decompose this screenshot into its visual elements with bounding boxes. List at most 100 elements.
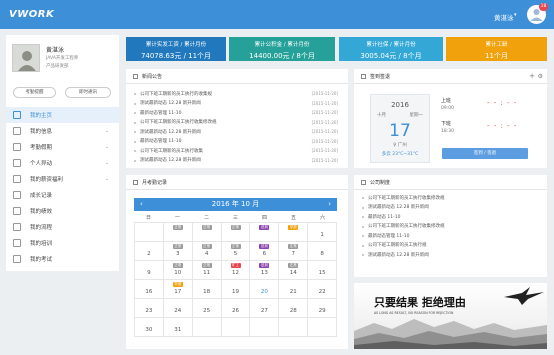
calendar-day-cell[interactable]: 18 [192, 280, 222, 299]
calendar-day-number: 3 [176, 251, 180, 257]
calendar-day-number: 28 [289, 308, 297, 314]
chevron-down-icon[interactable]: ▾ [514, 12, 517, 18]
news-item[interactable]: 最新动态管理 11-10 [2015-11-20] [134, 108, 338, 118]
gear-icon[interactable]: ⚙ [538, 73, 543, 80]
calendar-day-cell[interactable] [135, 223, 164, 242]
calendar-day-cell[interactable]: 正常 [221, 223, 251, 242]
sidebar-item[interactable]: 成长记录 [6, 187, 119, 203]
calendar-day-cell[interactable] [279, 318, 309, 337]
calendar-day-cell[interactable]: 正常 [192, 223, 222, 242]
app-logo[interactable]: VWORK [9, 9, 54, 20]
calendar-day-cell[interactable]: 正常 11 [192, 261, 222, 280]
chevron-right-icon[interactable]: › [328, 198, 331, 211]
sidebar-item[interactable]: 我的流程 [6, 219, 119, 235]
calendar-day-cell[interactable]: 正常 7 [279, 242, 309, 261]
add-icon[interactable]: + [529, 72, 535, 80]
news-item[interactable]: 测试最新动态 12.28 新升新闻 [2015-11-20] [134, 156, 338, 166]
calendar-weekday: 六 [319, 215, 325, 221]
attendance-status-badge: 正常 [172, 244, 183, 249]
news-item[interactable]: 公司下班工期新的员工执行收集修改规 [2015-11-20] [134, 118, 338, 128]
sidebar-item[interactable]: 考勤假期 ⌄ [6, 139, 119, 155]
sidebar-item[interactable]: 我的信息 ⌄ [6, 123, 119, 139]
calendar-day-cell[interactable]: 迟到 [250, 223, 280, 242]
rule-item[interactable]: 测试最新动态 12.28 新升新闻 [362, 250, 537, 260]
news-item[interactable]: 测试最新动态 12.28 新升新闻 [2015-11-20] [134, 99, 338, 109]
calendar-day-number: 2 [147, 251, 151, 257]
calendar-day-cell[interactable]: 8 [308, 242, 338, 261]
calendar-day-cell[interactable] [192, 318, 222, 337]
rule-item[interactable]: 公司下班工期新的员工执行规 [362, 241, 537, 251]
rule-item[interactable]: 最新动态 11-10 [362, 212, 537, 222]
sidebar-item-label: 我的考试 [30, 257, 53, 263]
calendar-day-number: 13 [260, 270, 268, 276]
calendar-weekday: 四 [261, 215, 267, 221]
calendar-week-row: 23 24 25 26 27 28 29 [135, 299, 338, 318]
calendar-day-cell[interactable]: 27 [250, 299, 280, 318]
calendar-day-cell[interactable] [308, 318, 338, 337]
stat-card[interactable]: 累计公积金 / 累计月份 14400.00元 / 8个月 [229, 37, 335, 61]
calendar-day-cell[interactable]: 正常 10 [163, 261, 193, 280]
calendar-day-cell[interactable]: 21 [279, 280, 309, 299]
news-item[interactable]: 测试最新动态 12.28 新升新闻 [2015-11-20] [134, 127, 338, 137]
rule-item[interactable]: 公司下班工期新的员工执行收集修改规 [362, 193, 537, 203]
sidebar-item[interactable]: 我的考试 [6, 251, 119, 267]
calendar-day-cell[interactable]: 24 [163, 299, 193, 318]
sidebar-item[interactable]: 我的培训 [6, 235, 119, 251]
stat-card[interactable]: 累计工龄 11个月 [446, 37, 547, 61]
news-item[interactable]: 公司下班工期新的员工执行收集 [2015-11-20] [134, 146, 338, 156]
chevron-left-icon[interactable]: ‹ [140, 198, 143, 211]
calendar-day-cell[interactable]: 正常 5 [221, 242, 251, 261]
calendar-day-cell[interactable]: 9 [135, 261, 164, 280]
calendar-day-cell[interactable]: 29 [308, 299, 338, 318]
news-item[interactable]: 公司下班工期新的员工执行的收集规 [2015-11-20] [134, 89, 338, 99]
attendance-reminder-button[interactable]: 考勤提醒 [13, 87, 56, 98]
calendar-day-cell[interactable]: 28 [279, 299, 309, 318]
calendar-day-cell[interactable]: 正常 [163, 223, 193, 242]
calendar-day-cell[interactable]: 旷工 12 [221, 261, 251, 280]
news-item-date: [2015-11-20] [311, 157, 338, 163]
calendar-day-number: 27 [260, 308, 268, 314]
calendar-day-cell[interactable]: 23 [135, 299, 164, 318]
rule-item[interactable]: 公司下班工期新的员工执行收集修改规 [362, 222, 537, 232]
calendar-day-cell[interactable]: 早退 17 [163, 280, 193, 299]
calendar-day-cell[interactable]: 正常 14 [279, 261, 309, 280]
rule-item[interactable]: 最新动态管理 11-10 [362, 231, 537, 241]
sidebar-item[interactable]: 我的薪资福利 ⌄ [6, 171, 119, 187]
calendar-day-cell[interactable]: 30 [135, 318, 164, 337]
sidebar-item[interactable]: 我的绩效 [6, 203, 119, 219]
calendar-day-cell[interactable]: 22 [308, 280, 338, 299]
calendar-day-cell[interactable]: 1 [308, 223, 338, 242]
menu-item-icon [13, 127, 21, 135]
stat-card-title: 累计公积金 / 累计月份 [254, 42, 310, 48]
calendar-day-cell[interactable]: 31 [163, 318, 193, 337]
calendar-day-cell[interactable]: 20 [250, 280, 280, 299]
calendar-day-cell[interactable]: 16 [135, 280, 164, 299]
user-menu-name[interactable]: 黄湛泳 [494, 12, 514, 22]
calendar-day-cell[interactable]: 2 [135, 242, 164, 261]
instant-message-button[interactable]: 即时通讯 [65, 87, 111, 98]
menu-item-icon [13, 175, 21, 183]
notification-badge[interactable]: 18 [539, 3, 548, 11]
calendar-day-cell[interactable]: 正常 3 [163, 242, 193, 261]
calendar-day-cell[interactable]: 迟到 6 [250, 242, 280, 261]
calendar-day-cell[interactable]: 15 [308, 261, 338, 280]
calendar-day-cell[interactable]: 19 [221, 280, 251, 299]
calendar-weekday: 一 [174, 215, 180, 221]
checkin-panel-header: 签到签退 + ⚙ [354, 69, 547, 84]
calendar-day-cell[interactable]: 25 [192, 299, 222, 318]
calendar-day-cell[interactable]: 正常 4 [192, 242, 222, 261]
stat-card[interactable]: 累计社保 / 累计月份 3005.04元 / 8个月 [339, 37, 443, 61]
calendar-day-cell[interactable] [250, 318, 280, 337]
news-item[interactable]: 最新动态管理 11-10 [2015-11-20] [134, 137, 338, 147]
calendar-day-cell[interactable]: 早退 [279, 223, 309, 242]
calendar-day-cell[interactable]: 26 [221, 299, 251, 318]
rule-item[interactable]: 测试最新动态 12.28 新升新闻 [362, 203, 537, 213]
menu-item-icon [13, 239, 21, 247]
sidebar-item[interactable]: 个人异动 ⌄ [6, 155, 119, 171]
stat-card[interactable]: 累计实发工资 / 累计月份 74078.63元 / 11个月 [126, 37, 226, 61]
calendar-day-cell[interactable]: 迟到 13 [250, 261, 280, 280]
sidebar-item[interactable]: 我的主页 [6, 107, 119, 123]
calendar-day-cell[interactable] [221, 318, 251, 337]
checkin-checkout-button[interactable]: 签到 / 签退 [442, 148, 528, 159]
date-day: 17 [389, 121, 411, 141]
